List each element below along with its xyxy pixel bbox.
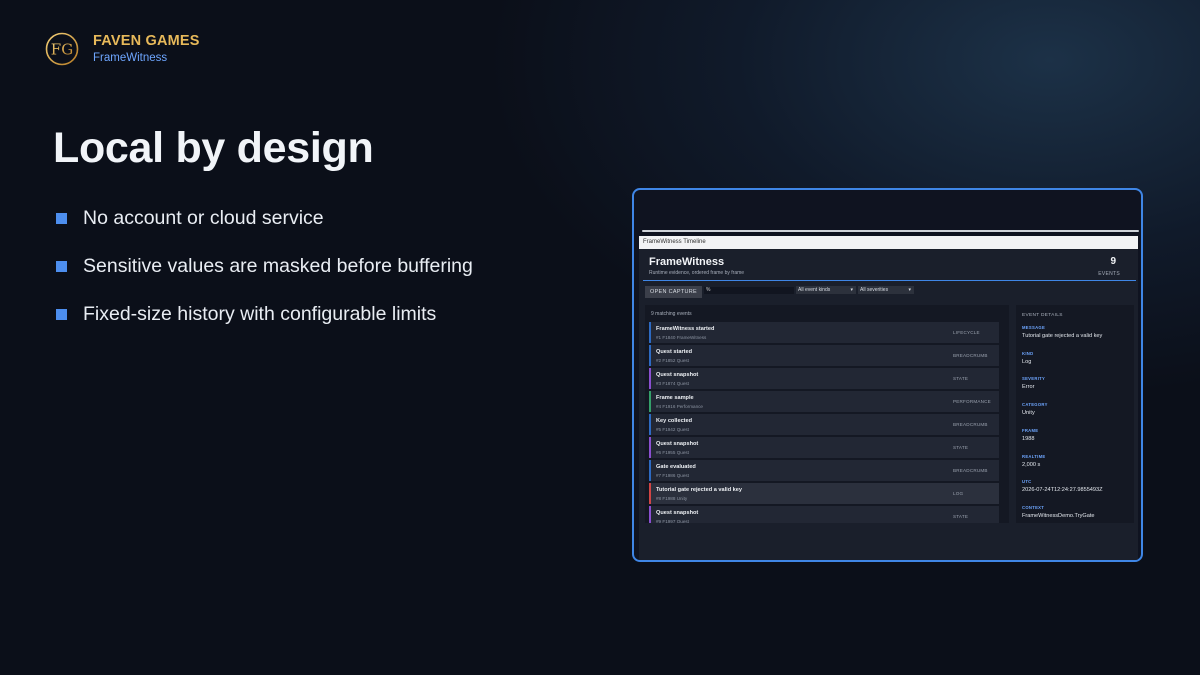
event-meta: #1 F1840 FrameWitness: [656, 335, 707, 340]
event-kind: STATE: [953, 514, 969, 519]
event-kind: LIFECYCLE: [953, 330, 980, 335]
detail-value: Error: [1022, 384, 1035, 391]
event-row[interactable]: Quest started #2 F1852 Quest BREADCRUMB: [649, 345, 999, 366]
caret-down-icon: ▾: [908, 287, 911, 293]
brand-text: FAVEN GAMES FrameWitness: [93, 33, 200, 66]
event-row[interactable]: Quest snapshot #3 F1874 Quest STATE: [649, 368, 999, 389]
app-screenshot: FrameWitness Timeline FrameWitness Runti…: [632, 188, 1143, 562]
event-row[interactable]: Gate evaluated #7 F1986 Quest BREADCRUMB: [649, 460, 999, 481]
severity-filter-value: All severities: [860, 287, 889, 293]
detail-value: Log: [1022, 358, 1032, 365]
event-row[interactable]: Key collected #5 F1942 Quest BREADCRUMB: [649, 414, 999, 435]
event-kind: BREADCRUMB: [953, 468, 988, 473]
event-kind: STATE: [953, 376, 969, 381]
event-row[interactable]: Tutorial gate rejected a valid key #8 F19…: [649, 483, 999, 504]
event-meta: #7 F1986 Quest: [656, 473, 689, 478]
event-title: Key collected: [656, 418, 693, 424]
feature-text: No account or cloud service: [83, 206, 324, 229]
detail-label: UTC: [1022, 479, 1032, 485]
detail-value: Tutorial gate rejected a valid key: [1022, 333, 1103, 339]
event-title: Gate evaluated: [656, 464, 696, 470]
brand-name: FAVEN GAMES: [93, 32, 200, 49]
event-kind: PERFORMANCE: [953, 399, 991, 404]
detail-label: REALTIME: [1022, 453, 1046, 459]
event-meta: #3 F1874 Quest: [656, 381, 689, 386]
event-row[interactable]: FrameWitness started #1 F1840 FrameWitnes…: [649, 322, 999, 343]
event-meta: #2 F1852 Quest: [656, 358, 689, 363]
app-subtitle: Runtime evidence, ordered frame by frame: [649, 270, 745, 276]
detail-label: CONTEXT: [1022, 504, 1045, 510]
event-meta: #6 F1955 Quest: [656, 450, 689, 455]
feature-item: Fixed-size history with configurable lim…: [56, 300, 473, 328]
caret-down-icon: ▾: [850, 287, 853, 293]
brand-product: FrameWitness: [93, 51, 168, 64]
event-title: Quest snapshot: [656, 441, 699, 447]
kind-filter-dropdown[interactable]: All event kinds ▾: [796, 286, 856, 294]
detail-label: SEVERITY: [1022, 376, 1046, 382]
kind-filter-value: All event kinds: [798, 287, 831, 293]
window-top-bar: [642, 230, 1139, 232]
event-details-panel: EVENT DETAILS MESSAGE Tutorial gate rejec…: [1016, 305, 1134, 523]
svg-text:FG: FG: [51, 41, 73, 59]
square-bullet-icon: [56, 212, 67, 224]
open-capture-button[interactable]: OPEN CAPTURE: [645, 286, 702, 298]
app-title: FrameWitness: [649, 256, 725, 268]
event-kind: BREADCRUMB: [953, 353, 988, 358]
detail-value: 2026-07-24T12:24:27.9855493Z: [1022, 487, 1103, 494]
square-bullet-icon: [56, 260, 67, 272]
detail-value: FrameWitnessDemo.TryGate: [1022, 512, 1095, 519]
event-meta: #8 F1988 Unity: [656, 496, 688, 501]
detail-label: CATEGORY: [1022, 402, 1048, 408]
brand-header: FG FAVEN GAMES FrameWitness: [45, 32, 200, 66]
event-kind: BREADCRUMB: [953, 422, 988, 427]
detail-value: 1988: [1022, 435, 1035, 442]
event-meta: #4 F1916 Performance: [656, 404, 703, 409]
search-input[interactable]: %: [704, 287, 794, 294]
detail-value: 2,000 s: [1022, 461, 1041, 468]
event-meta: #9 F1997 Quest: [656, 519, 689, 523]
detail-label: FRAME: [1022, 427, 1039, 433]
timeline-window: FrameWitness Runtime evidence, ordered f…: [639, 249, 1138, 560]
details-heading: EVENT DETAILS: [1022, 313, 1063, 318]
detail-label: KIND: [1022, 350, 1034, 356]
header-divider: [643, 280, 1136, 281]
page-title: Local by design: [53, 124, 374, 172]
feature-text: Fixed-size history with configurable lim…: [83, 302, 437, 325]
event-row[interactable]: Quest snapshot #6 F1955 Quest STATE: [649, 437, 999, 458]
faven-games-logo-icon: FG: [45, 32, 79, 66]
detail-value: Unity: [1022, 410, 1035, 417]
event-row[interactable]: Quest snapshot #9 F1997 Quest STATE: [649, 506, 999, 523]
event-meta: #5 F1942 Quest: [656, 427, 689, 432]
severity-filter-dropdown[interactable]: All severities ▾: [858, 286, 914, 294]
event-list: 9 matching events FrameWitness started #1…: [645, 305, 1009, 523]
feature-list: No account or cloud service Sensitive va…: [56, 204, 473, 348]
window-tab[interactable]: FrameWitness Timeline: [639, 236, 1138, 249]
matching-count: 9 matching events: [651, 311, 692, 317]
event-title: Quest snapshot: [656, 372, 699, 378]
event-title: Quest started: [656, 349, 693, 355]
event-count: 9: [1110, 256, 1116, 267]
event-row[interactable]: Frame sample #4 F1916 Performance PERFORMA…: [649, 391, 999, 412]
event-title: FrameWitness started: [656, 326, 715, 332]
event-title: Frame sample: [656, 395, 694, 401]
event-kind: LOG: [953, 491, 964, 496]
feature-item: Sensitive values are masked before buffe…: [56, 252, 473, 280]
event-title: Tutorial gate rejected a valid key: [656, 487, 743, 493]
event-kind: STATE: [953, 445, 969, 450]
feature-text: Sensitive values are masked before buffe…: [83, 254, 473, 277]
detail-label: MESSAGE: [1022, 325, 1046, 330]
event-title: Quest snapshot: [656, 510, 699, 516]
feature-item: No account or cloud service: [56, 204, 473, 232]
square-bullet-icon: [56, 308, 67, 320]
event-count-label: EVENTS: [1098, 271, 1120, 277]
